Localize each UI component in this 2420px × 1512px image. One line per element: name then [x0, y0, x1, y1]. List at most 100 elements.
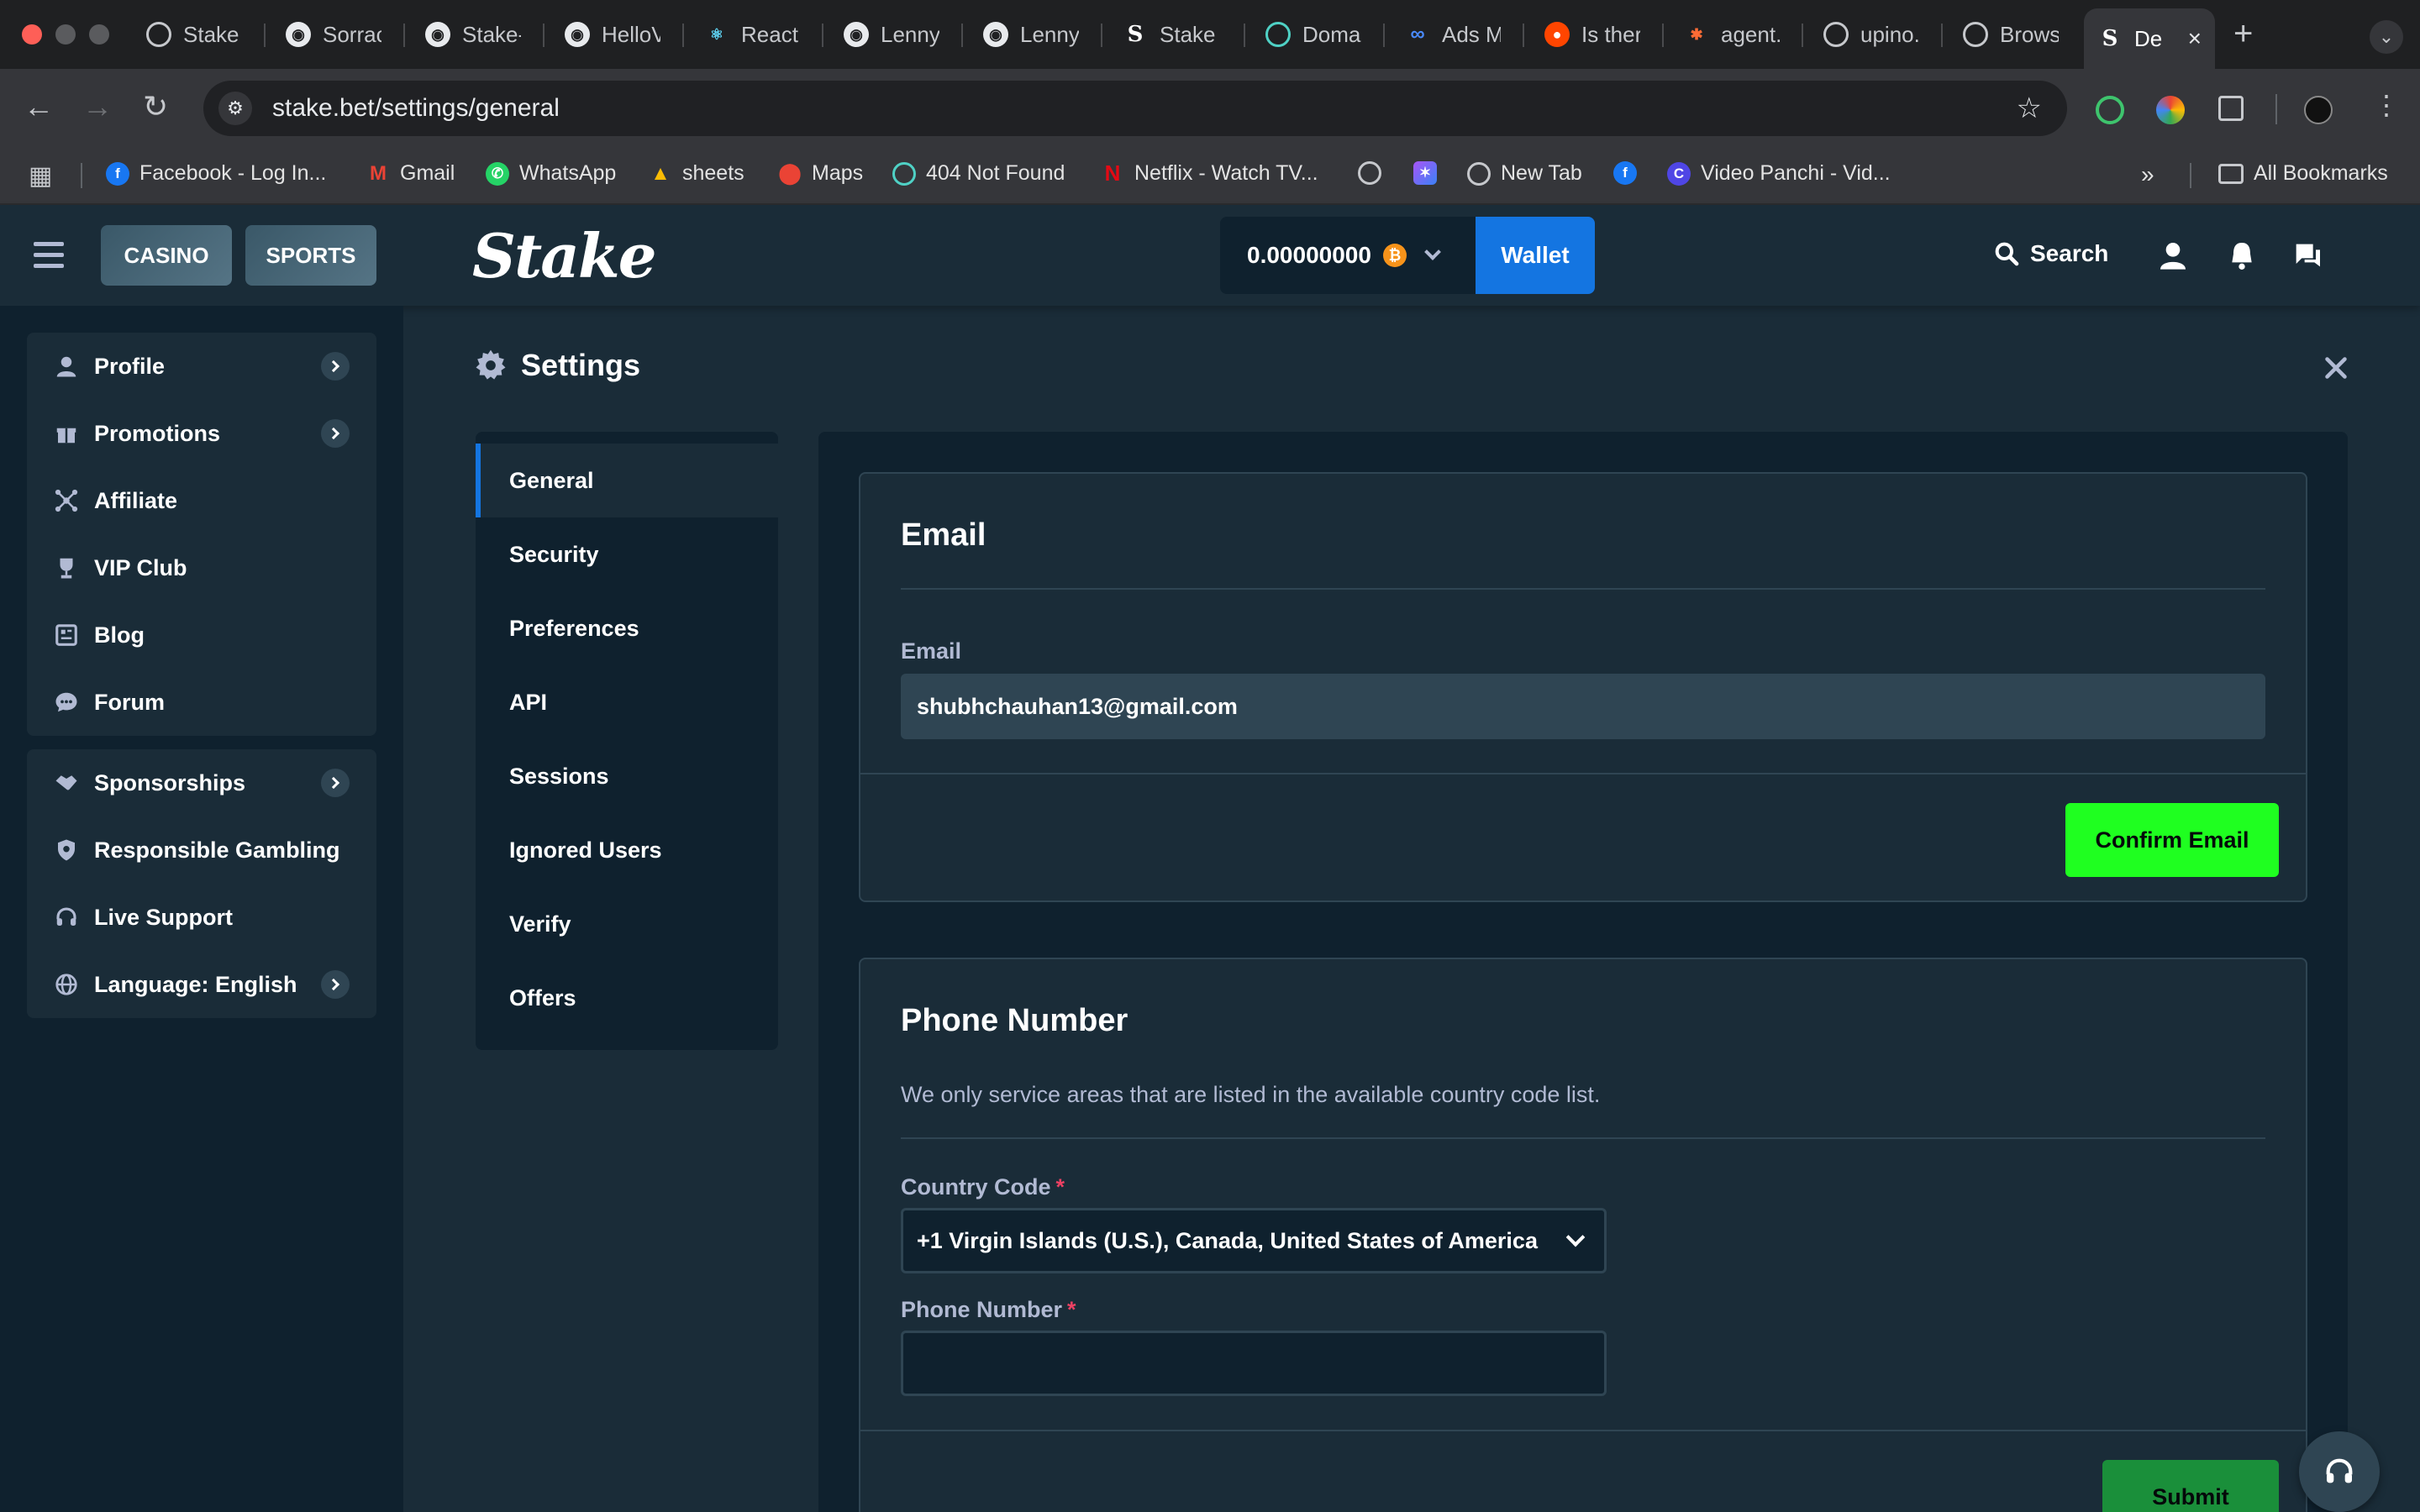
sidebar-group-secondary: Sponsorships Responsible Gambling Live S… — [27, 749, 376, 1018]
sports-button[interactable]: SPORTS — [245, 225, 376, 286]
chrome-menu-icon[interactable]: ⋮ — [2373, 89, 2400, 121]
live-support-button[interactable] — [2299, 1431, 2380, 1512]
tab-security[interactable]: Security — [476, 517, 778, 591]
balance-selector[interactable]: 0.00000000 ₿ — [1220, 217, 1476, 294]
tab-ignored-users[interactable]: Ignored Users — [476, 813, 778, 887]
github-icon: ◉ — [983, 22, 1008, 47]
color-picker-icon[interactable] — [2156, 96, 2185, 124]
sidebar-item-profile[interactable]: Profile — [27, 333, 376, 400]
bookmark-item[interactable]: C Video Panchi - Vid... — [1667, 161, 1891, 186]
url-text[interactable]: stake.bet/settings/general — [272, 94, 560, 123]
browser-tab[interactable]: S Stake — [1109, 12, 1235, 57]
netflix-icon: N — [1104, 160, 1121, 186]
menu-icon[interactable] — [34, 242, 64, 275]
affiliate-icon — [55, 489, 78, 512]
browser-tab[interactable]: ◉ Lenny — [970, 12, 1092, 57]
bookmark-item[interactable]: ▲ sheets — [649, 161, 744, 186]
gmail-icon: M — [370, 161, 387, 185]
extensions-icon[interactable] — [2218, 96, 2244, 121]
chat-icon[interactable] — [2291, 239, 2324, 272]
close-tab-icon[interactable]: × — [2180, 25, 2202, 52]
browser-tab[interactable]: ● Is ther — [1531, 12, 1654, 57]
bookmark-item[interactable]: 404 Not Found — [892, 161, 1065, 186]
apps-icon[interactable]: ▦ — [29, 161, 52, 191]
submit-button[interactable]: Submit — [2102, 1460, 2279, 1512]
close-icon[interactable] — [2321, 353, 2351, 383]
browser-tab[interactable]: upino. — [1810, 12, 1933, 57]
browser-tab[interactable]: ◉ HelloV — [551, 12, 674, 57]
tab-offers[interactable]: Offers — [476, 961, 778, 1035]
browser-tab[interactable]: Brows — [1949, 12, 2072, 57]
bookmark-item[interactable]: N Netflix - Watch TV... — [1101, 160, 1318, 186]
browser-toolbar: ← → ↻ ⚙ stake.bet/settings/general ☆ ⋮ — [0, 69, 2420, 146]
tab-sessions[interactable]: Sessions — [476, 739, 778, 813]
bookmark-item[interactable]: ⬤ Maps — [778, 161, 864, 186]
browser-tab-active[interactable]: S De × — [2084, 8, 2215, 69]
phone-number-input[interactable] — [901, 1331, 1607, 1396]
forward-button[interactable]: → — [82, 89, 113, 124]
new-tab-button[interactable]: + — [2233, 15, 2253, 53]
tab-verify[interactable]: Verify — [476, 887, 778, 961]
shield-icon — [58, 839, 75, 861]
browser-tab[interactable]: ∞ Ads M — [1392, 12, 1514, 57]
sidebar-item-promotions[interactable]: Promotions — [27, 400, 376, 467]
stake-icon: S — [1127, 22, 1144, 47]
sidebar-item-forum[interactable]: Forum — [27, 669, 376, 736]
bookmark-item[interactable]: ✶ — [1413, 161, 1447, 185]
avatar[interactable] — [2304, 96, 2333, 124]
address-bar[interactable]: ⚙ stake.bet/settings/general ☆ — [203, 81, 2067, 136]
page-title: Settings — [474, 348, 640, 383]
minimize-window-button[interactable] — [55, 24, 76, 45]
stake-logo[interactable]: Stake — [472, 220, 657, 291]
sidebar-item-live-support[interactable]: Live Support — [27, 884, 376, 951]
bookmark-item[interactable]: f — [1613, 161, 1647, 185]
browser-tab[interactable]: ◉ Lenny — [830, 12, 953, 57]
zoom-window-button[interactable] — [89, 24, 109, 45]
tab-general[interactable]: General — [476, 444, 778, 517]
tab-search-button[interactable]: ⌄ — [2370, 20, 2403, 54]
domain-icon — [892, 161, 916, 186]
tab-preferences[interactable]: Preferences — [476, 591, 778, 665]
bookmark-item[interactable] — [1358, 161, 1392, 185]
more-bookmarks-button[interactable]: » — [2141, 161, 2154, 188]
tab-api[interactable]: API — [476, 665, 778, 739]
email-card: Email Email shubhchauhan13@gmail.com Con… — [859, 472, 2307, 902]
close-window-button[interactable] — [22, 24, 42, 45]
bookmark-item[interactable]: New Tab — [1467, 161, 1582, 186]
sidebar-item-blog[interactable]: Blog — [27, 601, 376, 669]
browser-tab[interactable]: Stake — [133, 12, 255, 57]
all-bookmarks-button[interactable]: All Bookmarks — [2218, 161, 2388, 186]
email-heading: Email — [901, 517, 986, 553]
search-button[interactable]: Search — [1993, 240, 2108, 267]
bookmark-item[interactable]: f Facebook - Log In... — [106, 161, 326, 186]
back-button[interactable]: ← — [24, 89, 54, 124]
bookmarks-bar: ▦ f Facebook - Log In... M Gmail ✆ WhatsApp… — [0, 146, 2420, 205]
bookmark-item[interactable]: ✆ WhatsApp — [486, 161, 616, 186]
sidebar-item-language[interactable]: Language: English — [27, 951, 376, 1018]
sidebar-item-responsible-gambling[interactable]: Responsible Gambling — [27, 816, 376, 884]
reload-button[interactable]: ↻ — [143, 89, 168, 124]
wallet-button[interactable]: Wallet — [1476, 217, 1595, 294]
email-field[interactable]: shubhchauhan13@gmail.com — [901, 674, 2265, 739]
bookmark-item[interactable]: M Gmail — [366, 161, 455, 186]
sidebar-item-vip-club[interactable]: VIP Club — [27, 534, 376, 601]
site-info-icon[interactable]: ⚙ — [218, 92, 252, 125]
user-icon[interactable] — [2156, 239, 2190, 272]
browser-tab[interactable]: ◉ Sorrac — [272, 12, 395, 57]
domain-icon — [1265, 22, 1291, 47]
confirm-email-button[interactable]: Confirm Email — [2065, 803, 2279, 877]
browser-tab[interactable]: ◉ Stake- — [412, 12, 534, 57]
handshake-icon — [55, 775, 77, 790]
grammarly-icon[interactable] — [2096, 96, 2124, 124]
sidebar-item-sponsorships[interactable]: Sponsorships — [27, 749, 376, 816]
bell-icon[interactable] — [2225, 239, 2259, 272]
browser-tab[interactable]: ✱ agent. — [1670, 12, 1793, 57]
bookmark-star-icon[interactable]: ☆ — [2017, 92, 2042, 125]
sidebar-item-affiliate[interactable]: Affiliate — [27, 467, 376, 534]
browser-tab[interactable]: Domai — [1252, 12, 1375, 57]
reddit-icon: ● — [1544, 22, 1570, 47]
casino-button[interactable]: CASINO — [101, 225, 232, 286]
country-code-select[interactable]: +1 Virgin Islands (U.S.), Canada, United… — [901, 1208, 1607, 1273]
browser-tab[interactable]: ⚛ React — [691, 12, 813, 57]
globe-icon — [1467, 161, 1491, 186]
